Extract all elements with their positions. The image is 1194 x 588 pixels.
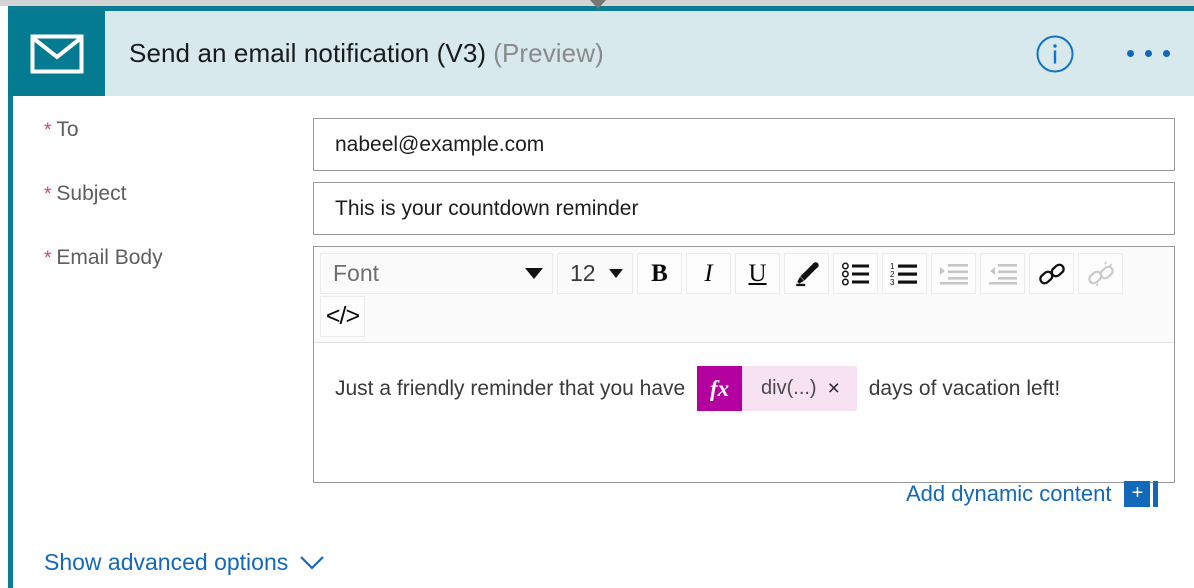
label-email-body-text: Email Body xyxy=(56,246,162,269)
unlink-icon xyxy=(1087,261,1115,287)
remove-token-icon[interactable]: × xyxy=(828,378,857,399)
field-row-subject: *Subject xyxy=(13,182,1194,235)
insert-link-button[interactable] xyxy=(1029,253,1074,294)
show-advanced-options-button[interactable]: Show advanced options xyxy=(44,549,324,576)
send-email-action-card: Send an email notification (V3)(Preview)… xyxy=(8,11,1194,588)
expression-fx-icon: fx xyxy=(697,366,742,411)
add-dynamic-content-bar xyxy=(1153,481,1158,507)
card-body: *To *Subject *Email Body Font xyxy=(8,96,1194,588)
font-size-select[interactable]: 12 xyxy=(557,253,633,294)
envelope-icon xyxy=(30,34,84,74)
italic-button[interactable]: I xyxy=(686,253,731,294)
indent-decrease-icon xyxy=(988,262,1018,286)
field-row-to: *To xyxy=(13,118,1194,171)
action-title-text: Send an email notification (V3) xyxy=(129,38,486,68)
ellipsis-dot xyxy=(1127,50,1134,57)
link-icon xyxy=(1038,261,1066,287)
numbered-list-button[interactable]: 1 2 3 xyxy=(882,253,927,294)
subject-input[interactable] xyxy=(313,182,1175,235)
code-glyph: </> xyxy=(326,302,359,331)
font-family-select[interactable]: Font xyxy=(320,253,553,294)
text-highlight-button[interactable] xyxy=(784,253,829,294)
add-dynamic-content-label: Add dynamic content xyxy=(906,481,1111,507)
label-to-text: To xyxy=(56,118,78,141)
ellipsis-dot xyxy=(1163,50,1170,57)
body-text-line2: left! xyxy=(1026,377,1060,400)
font-family-value: Font xyxy=(333,260,379,287)
bulleted-list-icon xyxy=(842,262,870,286)
italic-glyph: I xyxy=(704,260,712,288)
code-view-button[interactable]: </> xyxy=(320,296,365,337)
label-subject: *Subject xyxy=(13,182,313,206)
bold-button[interactable]: B xyxy=(637,253,682,294)
label-subject-text: Subject xyxy=(56,182,126,205)
page-title: Send an email notification (V3)(Preview) xyxy=(129,38,604,69)
chevron-down-icon xyxy=(609,269,623,278)
plus-icon[interactable]: + xyxy=(1124,481,1150,507)
body-text-before: Just a friendly reminder that you have xyxy=(335,377,685,400)
indent-increase-icon xyxy=(939,262,969,286)
field-row-email-body: *Email Body Font 12 B xyxy=(13,246,1194,483)
underline-button[interactable]: U xyxy=(735,253,780,294)
show-advanced-options-label: Show advanced options xyxy=(44,549,288,576)
underline-glyph: U xyxy=(748,260,766,288)
required-asterisk: * xyxy=(44,120,51,141)
collapse-card-chevron[interactable] xyxy=(590,0,606,9)
dynamic-content-token[interactable]: fx div(...) × xyxy=(697,366,857,411)
label-to: *To xyxy=(13,118,313,142)
body-text-after: days of vacation xyxy=(869,377,1021,400)
svg-text:3: 3 xyxy=(890,278,895,286)
connector-icon-box xyxy=(8,11,105,96)
email-body-content[interactable]: Just a friendly reminder that you have f… xyxy=(314,343,1174,482)
rte-toolbar: Font 12 B I U xyxy=(314,247,1174,343)
font-size-value: 12 xyxy=(570,260,596,287)
chevron-down-icon xyxy=(525,268,543,279)
chevron-down-icon xyxy=(300,556,324,570)
decrease-indent-button[interactable] xyxy=(980,253,1025,294)
add-dynamic-content-button[interactable]: Add dynamic content + xyxy=(906,481,1158,507)
preview-badge: (Preview) xyxy=(493,38,604,68)
chevron-down-icon xyxy=(590,0,606,9)
remove-link-button[interactable] xyxy=(1078,253,1123,294)
bold-glyph: B xyxy=(651,260,668,288)
token-label: div(...) xyxy=(742,366,828,411)
increase-indent-button[interactable] xyxy=(931,253,976,294)
bulleted-list-button[interactable] xyxy=(833,253,878,294)
numbered-list-icon: 1 2 3 xyxy=(890,262,920,286)
email-body-rich-text-editor: Font 12 B I U xyxy=(313,246,1175,483)
more-commands-button[interactable] xyxy=(1127,50,1170,57)
required-asterisk: * xyxy=(44,184,51,205)
info-circle-icon[interactable] xyxy=(1035,34,1075,74)
to-input[interactable] xyxy=(313,118,1175,171)
card-header: Send an email notification (V3)(Preview) xyxy=(8,11,1194,96)
ellipsis-dot xyxy=(1145,50,1152,57)
required-asterisk: * xyxy=(44,248,51,269)
label-email-body: *Email Body xyxy=(13,246,313,270)
pen-icon xyxy=(794,261,820,287)
